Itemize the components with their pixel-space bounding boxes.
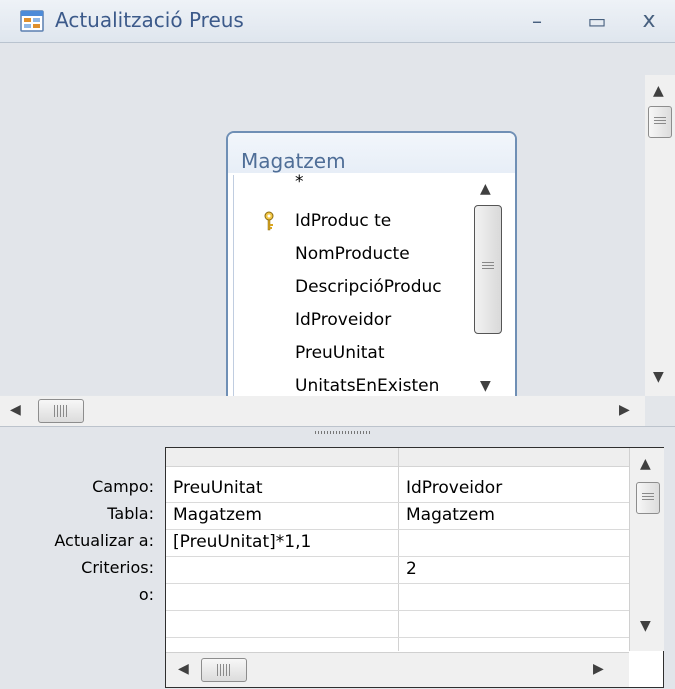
scroll-up-icon[interactable]: ▲ <box>640 456 651 472</box>
row-divider <box>166 583 629 584</box>
query-grid[interactable]: PreuUnitat Magatzem [PreuUnitat]*1,1 IdP… <box>165 447 664 688</box>
field-list-scrollbar[interactable]: ▲ ▼ <box>473 175 502 400</box>
field-idproveidor[interactable]: IdProveidor <box>295 310 477 330</box>
field-idproducte[interactable]: IdProduc te <box>295 211 477 231</box>
field-descripcioproducte[interactable]: DescripcióProduc <box>295 277 477 297</box>
maximize-button[interactable]: ▭ <box>580 6 614 36</box>
upper-vertical-scrollbar[interactable]: ▲ ▼ <box>645 75 675 396</box>
scroll-down-icon[interactable]: ▼ <box>653 369 664 385</box>
scroll-down-icon[interactable]: ▼ <box>480 378 491 394</box>
column-divider <box>398 448 399 651</box>
query-window: Actualització Preus – ▭ x Magatzem * IdP… <box>0 0 675 689</box>
scrollbar-thumb[interactable] <box>38 399 84 423</box>
field-preuunitat[interactable]: PreuUnitat <box>295 343 477 363</box>
table-design-area[interactable]: Magatzem * IdProduc te NomProducte Descr… <box>0 43 650 418</box>
scrollbar-thumb[interactable] <box>201 658 247 682</box>
scroll-up-icon[interactable]: ▲ <box>653 83 664 99</box>
field-nomproducte[interactable]: NomProducte <box>295 244 477 264</box>
grid-vertical-scrollbar[interactable]: ▲ ▼ <box>629 448 664 651</box>
row-label-campo: Campo: <box>92 477 154 496</box>
grid-horizontal-scrollbar[interactable]: ◀ ▶ <box>166 652 629 687</box>
close-button[interactable]: x <box>632 6 666 36</box>
row-label-criterios: Criterios: <box>81 558 154 577</box>
window-title: Actualització Preus <box>55 8 244 32</box>
scrollbar-thumb[interactable] <box>474 205 502 334</box>
row-divider <box>166 529 629 530</box>
scroll-left-icon[interactable]: ◀ <box>10 402 21 418</box>
scroll-up-icon[interactable]: ▲ <box>480 181 491 197</box>
scrollbar-thumb[interactable] <box>648 106 672 138</box>
upper-horizontal-scrollbar[interactable]: ◀ ▶ <box>0 396 645 426</box>
scroll-down-icon[interactable]: ▼ <box>640 618 651 634</box>
field-all[interactable]: * <box>295 172 477 192</box>
title-bar[interactable]: Actualització Preus – ▭ x <box>0 0 675 43</box>
minimize-button[interactable]: – <box>520 6 554 36</box>
scroll-right-icon[interactable]: ▶ <box>593 661 604 677</box>
row-divider <box>166 556 629 557</box>
cell-tabla-2[interactable]: Magatzem <box>406 505 495 525</box>
cell-criterios-2[interactable]: 2 <box>406 559 417 579</box>
row-divider <box>166 502 629 503</box>
scroll-left-icon[interactable]: ◀ <box>178 661 189 677</box>
scroll-right-icon[interactable]: ▶ <box>619 402 630 418</box>
row-label-tabla: Tabla: <box>107 504 154 523</box>
row-divider <box>166 610 629 611</box>
row-divider <box>166 637 629 638</box>
table-name: Magatzem <box>241 149 346 173</box>
field-unitatsenexistencia[interactable]: UnitatsEnExisten <box>295 376 477 396</box>
cell-campo-2[interactable]: IdProveidor <box>406 478 502 498</box>
row-label-o: o: <box>138 585 154 604</box>
splitter-grip[interactable] <box>315 431 370 434</box>
scrollbar-thumb[interactable] <box>636 482 660 514</box>
row-label-actualizar: Actualizar a: <box>54 531 154 550</box>
column-selector-2[interactable] <box>399 448 629 467</box>
cell-campo-1[interactable]: PreuUnitat <box>173 478 263 498</box>
cell-tabla-1[interactable]: Magatzem <box>173 505 262 525</box>
query-window-icon <box>20 10 44 32</box>
table-field-list-magatzem[interactable]: Magatzem * IdProduc te NomProducte Descr… <box>226 131 517 418</box>
field-list[interactable]: * IdProduc te NomProducte DescripcióProd… <box>233 172 477 401</box>
table-header[interactable]: Magatzem <box>228 133 515 173</box>
column-selector-1[interactable] <box>166 448 398 467</box>
key-icon <box>264 211 274 231</box>
cell-actualizar-1[interactable]: [PreuUnitat]*1,1 <box>173 532 311 552</box>
pane-splitter[interactable] <box>0 426 675 442</box>
